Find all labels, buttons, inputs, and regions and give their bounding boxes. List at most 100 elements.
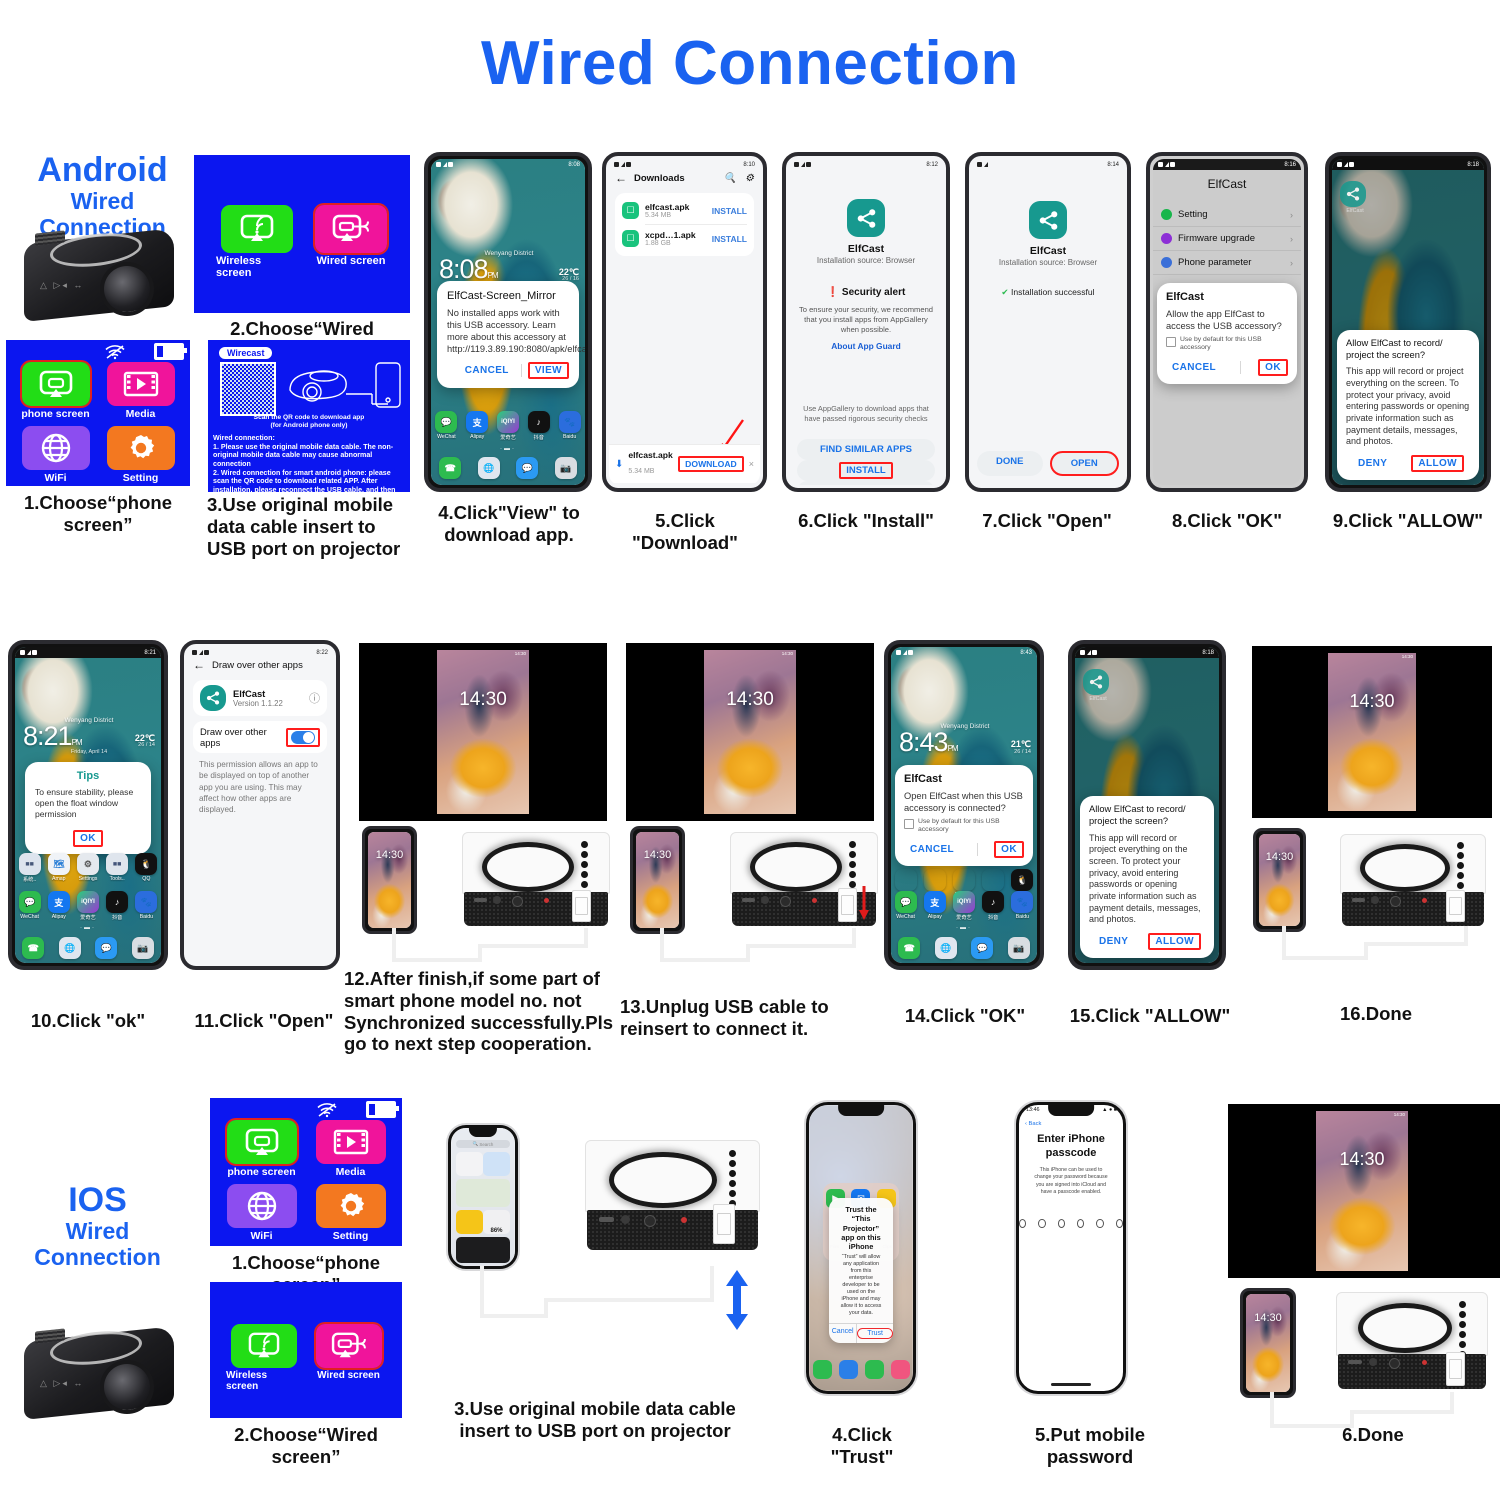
projector-screen-mode-menu-ios[interactable]: Wireless screen Wired screen	[210, 1282, 402, 1418]
app-row-1[interactable]: ■■ 系统.. 🗺 Amap ⚙ Settings ■■ Tools.. 🐧 QQ	[15, 853, 161, 883]
app-wechat[interactable]: 💬 WeChat	[894, 891, 918, 920]
back-arrow-icon[interactable]: ←	[615, 172, 627, 184]
dock-row[interactable]: ☎ 🌐 💬 📷	[431, 457, 585, 479]
phone-screenshot-step-11[interactable]: 8:22 ← Draw over other apps ElfCast Vers…	[180, 640, 340, 970]
app-iqiyi[interactable]: iQIYI 爱奇艺	[496, 411, 520, 441]
projector-tile-wired-screen[interactable]: Wired screen	[311, 1322, 386, 1392]
projector-tile-setting[interactable]: Setting	[105, 426, 176, 484]
app-alipay[interactable]: 支 Alipay	[923, 891, 947, 920]
menu-item-firmware-upgrade[interactable]: Firmware upgrade ›	[1153, 227, 1301, 251]
phone-screenshot-step-5[interactable]: 8:10 ← Downloads 🔍 ⚙ ☐ elfcast.apk 5.34 …	[602, 152, 767, 492]
close-icon[interactable]: ×	[749, 459, 754, 469]
install-button[interactable]: INSTALL	[712, 206, 747, 216]
about-app-guard-link[interactable]: About App Guard	[789, 341, 943, 351]
phone-screenshot-step-4[interactable]: 8:08 Wenyang District 8:08PM 22℃ 26 / 16 …	[424, 152, 592, 492]
ok-button[interactable]: OK	[994, 841, 1024, 859]
allow-button[interactable]: ALLOW	[1411, 455, 1464, 472]
music-icon[interactable]	[890, 1360, 910, 1379]
menu-item-phone-parameter[interactable]: Phone parameter ›	[1153, 251, 1301, 275]
trust-dialog[interactable]: Trust the “This Projector” app on this i…	[829, 1198, 893, 1344]
dock-camera[interactable]: 📷	[554, 457, 578, 479]
cancel-button[interactable]: CANCEL	[904, 842, 960, 857]
projector-tile-wifi[interactable]: WiFi	[20, 426, 91, 484]
dock-row[interactable]: ☎ 🌐 💬 📷	[15, 937, 161, 959]
app-douyin[interactable]: ♪ 抖音	[105, 891, 129, 921]
app-douyin[interactable]: ♪ 抖音	[527, 411, 551, 441]
dock-phone[interactable]: ☎	[21, 937, 45, 959]
app-baidu[interactable]: 🐾 Baidu	[1010, 891, 1034, 920]
phone-screenshot-step-7[interactable]: 8:14 ElfCast Installation source: Browse…	[965, 152, 1131, 492]
search-icon[interactable]: 🔍	[724, 173, 736, 184]
app-wechat[interactable]: 💬 WeChat	[18, 891, 42, 920]
dock-phone[interactable]: ☎	[897, 937, 921, 959]
use-by-default-checkbox[interactable]	[1166, 337, 1176, 348]
gear-icon[interactable]: ⚙	[745, 173, 754, 184]
done-button[interactable]: DONE	[977, 451, 1043, 476]
trust-button[interactable]: Trust	[857, 1324, 893, 1343]
phone-screenshot-step-6[interactable]: 8:12 ElfCast Installation source: Browse…	[782, 152, 950, 492]
elfcast-home-icon[interactable]: ElfCast	[1340, 181, 1370, 214]
dock-camera[interactable]: 📷	[1007, 937, 1031, 959]
open-button[interactable]: OPEN	[1049, 451, 1119, 476]
ios-dock[interactable]	[809, 1360, 913, 1379]
projector-tile-setting[interactable]: Setting	[313, 1184, 388, 1242]
list-item[interactable]: ☐ elfcast.apk 5.34 MB INSTALL	[622, 198, 747, 223]
phone-screenshot-step-8[interactable]: 8:16 ElfCast Setting › Firmware upgrade …	[1146, 152, 1308, 492]
app-tools[interactable]: ■■ Tools..	[105, 853, 129, 882]
app-settings[interactable]: ⚙ Settings	[76, 853, 100, 882]
app-baidu[interactable]: 🐾 Baidu	[558, 411, 582, 440]
ok-button[interactable]: OK	[73, 829, 103, 847]
screen-record-permission-dialog[interactable]: Allow ElfCast to record/ project the scr…	[1337, 329, 1479, 480]
deny-button[interactable]: DENY	[1093, 934, 1134, 949]
elfcast-home-icon[interactable]: ElfCast	[1083, 669, 1113, 702]
app-iqiyi[interactable]: iQIYI 爱奇艺	[76, 891, 100, 921]
app-douyin[interactable]: ♪ 抖音	[981, 891, 1005, 921]
projector-tile-wireless-screen[interactable]: Wireless screen	[226, 1324, 301, 1392]
draw-over-toggle-row[interactable]: Draw over other apps	[193, 721, 327, 753]
info-icon[interactable]: ⓘ	[309, 690, 320, 706]
phone-screenshot-step-14[interactable]: 8:43 Wenyang District 8:43PM 21℃ 26 / 14 …	[884, 640, 1044, 970]
install-button[interactable]: INSTALL	[797, 460, 935, 481]
dock-browser[interactable]: 🌐	[934, 937, 958, 959]
phone-screenshot-step-10[interactable]: 8:21 Wenyang District 8:21PM 22℃ 26 / 14 …	[8, 640, 168, 970]
app-system[interactable]: ■■ 系统..	[18, 853, 42, 883]
projector-tile-wifi[interactable]: WiFi	[224, 1184, 299, 1242]
phone-screenshot-step-15[interactable]: 8:18 ElfCast Allow ElfCast to record/ pr…	[1068, 640, 1226, 970]
safari-icon[interactable]	[838, 1360, 858, 1379]
projector-tile-wired-screen[interactable]: Wired screen	[310, 203, 392, 279]
app-row-2[interactable]: 💬 WeChat 支 Alipay iQIYI 爱奇艺 ♪ 抖音 🐾 Baidu	[891, 891, 1037, 921]
back-arrow-icon[interactable]: ←	[193, 659, 205, 671]
dock-messages[interactable]: 💬	[970, 937, 994, 959]
app-alipay[interactable]: 支 Alipay	[47, 891, 71, 920]
list-item[interactable]: ☐ xcpd…1.apk 1.88 GB INSTALL	[622, 226, 747, 251]
projector-tile-phone-screen[interactable]: phone screen	[224, 1118, 299, 1178]
ios-search-bar[interactable]: 🔍 Search	[456, 1140, 510, 1148]
screen-record-permission-dialog[interactable]: Allow ElfCast to record/ project the scr…	[1080, 796, 1214, 958]
menu-item-setting[interactable]: Setting ›	[1153, 203, 1301, 227]
app-iqiyi[interactable]: iQIYI 爱奇艺	[952, 891, 976, 921]
projector-tile-phone-screen[interactable]: phone screen	[19, 360, 92, 420]
cancel-button[interactable]: CANCEL	[459, 363, 515, 378]
dock-messages[interactable]: 💬	[515, 457, 539, 479]
app-row[interactable]: 💬 WeChat 支 Alipay iQIYI 爱奇艺 ♪ 抖音 🐾 Baidu	[431, 411, 585, 441]
allow-button[interactable]: ALLOW	[1148, 933, 1201, 950]
cancel-button[interactable]: CANCEL	[797, 481, 935, 485]
projector-screen-mode-menu-android[interactable]: Wireless screen Wired screen	[194, 155, 410, 313]
use-by-default-checkbox[interactable]	[904, 819, 914, 830]
projector-tile-media[interactable]: Media	[105, 362, 176, 420]
install-button[interactable]: INSTALL	[712, 234, 747, 244]
projector-tile-media[interactable]: Media	[313, 1120, 388, 1178]
app-qq[interactable]: 🐧QQ	[134, 853, 158, 882]
tips-dialog[interactable]: Tips To ensure stability, please open th…	[25, 762, 151, 854]
dock-browser[interactable]: 🌐	[477, 457, 501, 479]
dock-messages[interactable]: 💬	[94, 937, 118, 959]
messages-icon[interactable]	[864, 1360, 884, 1379]
dock-phone[interactable]: ☎	[438, 457, 462, 479]
app-alipay[interactable]: 支 Alipay	[465, 411, 489, 440]
usb-accessory-dialog[interactable]: ElfCast-Screen_Mirror No installed apps …	[437, 281, 585, 389]
ok-button[interactable]: OK	[1258, 359, 1288, 377]
usb-permission-dialog[interactable]: ElfCast Allow the app ElfCast to access …	[1157, 283, 1297, 385]
download-bottom-bar[interactable]: ⬇ elfcast.apk 5.34 MB DOWNLOAD ×	[609, 444, 760, 483]
deny-button[interactable]: DENY	[1352, 456, 1393, 471]
passcode-entry[interactable]	[1019, 1219, 1123, 1228]
